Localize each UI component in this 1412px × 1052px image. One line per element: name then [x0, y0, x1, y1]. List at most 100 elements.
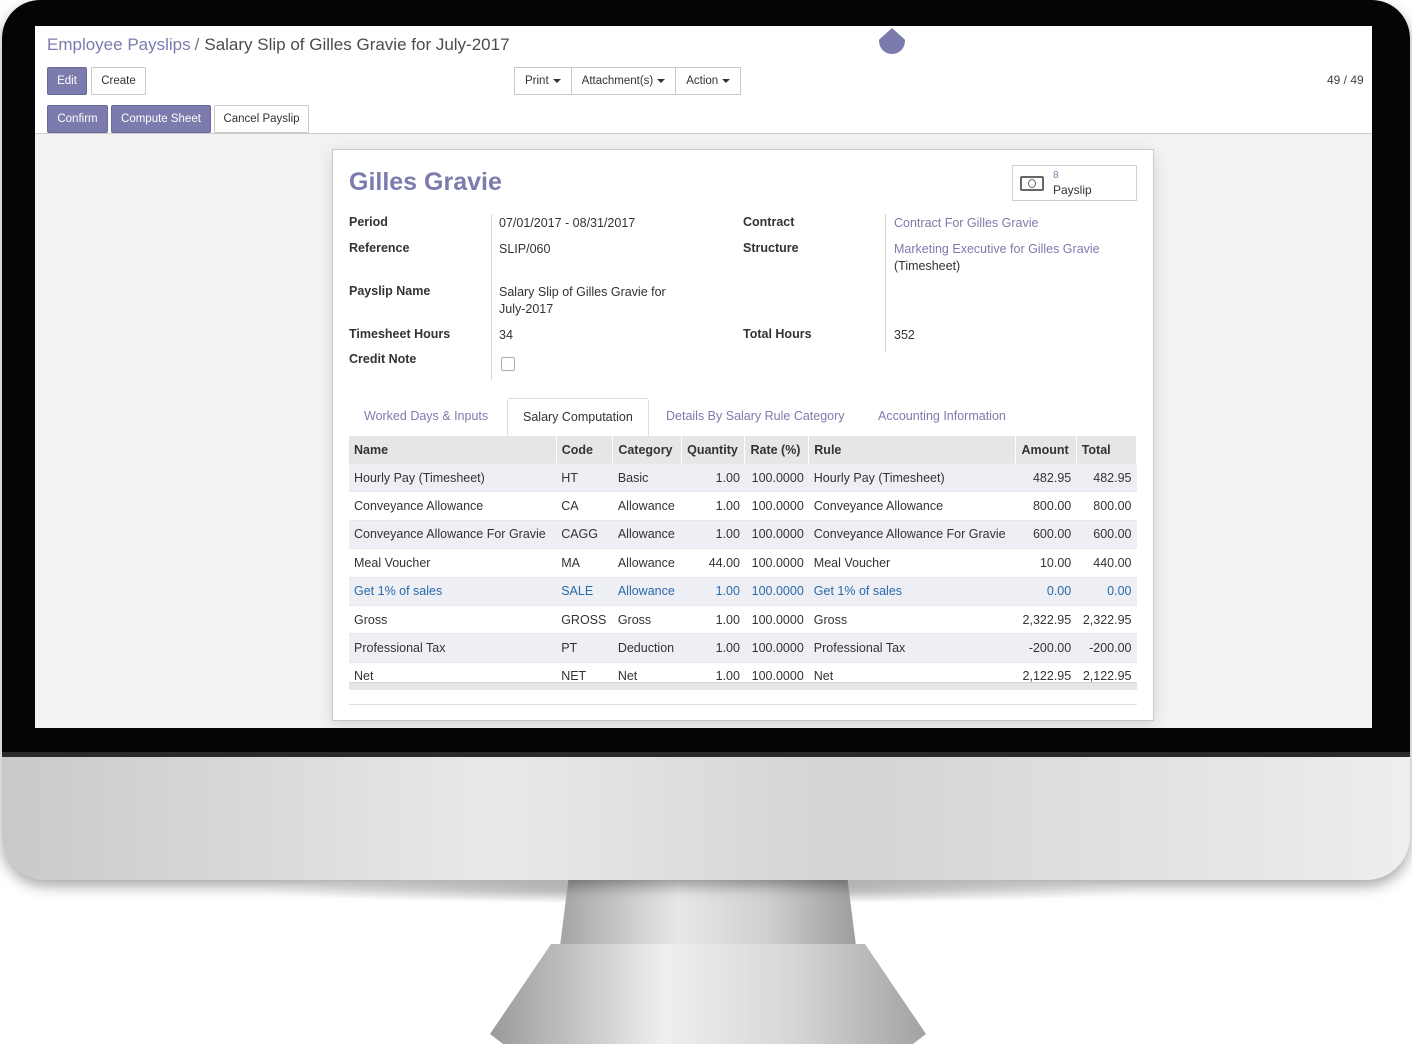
column-header[interactable]: Name	[349, 436, 557, 464]
line-amount: 800.00	[1015, 491, 1077, 521]
line-quantity: 1.00	[681, 604, 745, 634]
line-rate: 100.0000	[744, 491, 809, 521]
line-code: MA	[556, 548, 613, 578]
line-quantity: 1.00	[681, 576, 745, 606]
column-header[interactable]: Total	[1076, 436, 1138, 464]
pager-value[interactable]: 49 / 49	[1327, 73, 1364, 87]
breadcrumb: Employee Payslips / Salary Slip of Gilles …	[47, 35, 510, 55]
payslip-name-value-line1: Salary Slip of Gilles Gravie for	[499, 285, 666, 299]
period-label: Period	[349, 215, 388, 229]
line-rule: Conveyance Allowance	[808, 491, 1016, 521]
line-rate: 100.0000	[744, 462, 809, 492]
line-quantity: 1.00	[681, 633, 745, 663]
line-rule: Meal Voucher	[808, 548, 1016, 578]
table-row[interactable]: Conveyance Allowance For Gravie CAGG Allow…	[349, 519, 1137, 549]
tab-worked-days[interactable]: Worked Days & Inputs	[349, 398, 503, 436]
table-row[interactable]: Gross GROSS Gross 1.00 100.0000 Gross 2,322.95…	[349, 604, 1137, 634]
timesheet-hours-value: 34	[499, 328, 513, 342]
print-dropdown-button[interactable]: Print	[514, 67, 572, 95]
drop-marker-icon	[879, 28, 905, 54]
line-name: Conveyance Allowance	[349, 491, 557, 521]
total-hours-label: Total Hours	[743, 327, 812, 341]
line-total: 440.00	[1076, 548, 1137, 578]
line-amount: 2,322.95	[1015, 604, 1077, 634]
credit-note-checkbox[interactable]	[501, 357, 515, 371]
reference-value: SLIP/060	[499, 242, 551, 256]
period-value: 07/01/2017 - 08/31/2017	[499, 216, 636, 230]
line-amount: 482.95	[1015, 462, 1077, 492]
screen: Employee Payslips / Salary Slip of Gilles …	[35, 26, 1372, 728]
line-amount: 10.00	[1015, 548, 1077, 578]
breadcrumb-parent-link[interactable]: Employee Payslips	[47, 35, 191, 54]
action-label: Action	[686, 75, 719, 87]
monitor-bezel-edge	[2, 752, 1410, 757]
line-rate: 100.0000	[744, 633, 809, 663]
notebook-tabs: Worked Days & Inputs Salary Computation …	[349, 398, 1137, 437]
sidebar-button-group: Print Attachment(s) Action	[514, 67, 742, 95]
column-header[interactable]: Amount	[1015, 436, 1077, 464]
table-row[interactable]: Hourly Pay (Timesheet) HT Basic 1.00 100.000…	[349, 462, 1137, 492]
payslip-name-value-line2: July-2017	[499, 302, 554, 316]
status-bar: Confirm Compute Sheet Cancel Payslip	[35, 104, 1372, 134]
column-header[interactable]: Category	[612, 436, 683, 464]
line-total: 2,322.95	[1076, 604, 1137, 634]
line-name: Professional Tax	[349, 633, 557, 663]
line-rate: 100.0000	[744, 604, 809, 634]
column-header[interactable]: Quantity	[681, 436, 746, 464]
confirm-button[interactable]: Confirm	[47, 105, 108, 133]
reference-label: Reference	[349, 241, 410, 255]
line-quantity: 1.00	[681, 462, 745, 492]
table-row[interactable]: Professional Tax PT Deduction 1.00 100.0000 P…	[349, 633, 1137, 663]
tab-salary-computation[interactable]: Salary Computation	[507, 398, 649, 437]
table-row[interactable]: Conveyance Allowance CA Allowance 1.00 100.0…	[349, 491, 1137, 521]
column-header[interactable]: Code	[556, 436, 614, 464]
line-code: CA	[556, 491, 613, 521]
table-header-row: Name Code Category Quantity Rate (%) Rul…	[349, 436, 1138, 464]
column-header[interactable]: Rate (%)	[744, 436, 810, 464]
compute-sheet-button[interactable]: Compute Sheet	[111, 105, 211, 133]
contract-link[interactable]: Contract For Gilles Gravie	[894, 215, 1038, 232]
cancel-payslip-button[interactable]: Cancel Payslip	[214, 105, 309, 133]
edit-button[interactable]: Edit	[47, 67, 87, 95]
action-dropdown-button[interactable]: Action	[675, 67, 742, 95]
line-name: Hourly Pay (Timesheet)	[349, 462, 557, 492]
structure-label: Structure	[743, 241, 799, 255]
line-category: Basic	[612, 462, 682, 492]
line-total: 0.00	[1076, 576, 1137, 606]
column-header[interactable]: Rule	[808, 436, 1017, 464]
create-button[interactable]: Create	[91, 67, 146, 95]
line-amount: 600.00	[1015, 519, 1077, 549]
line-rate: 100.0000	[744, 576, 809, 606]
line-amount: 0.00	[1015, 576, 1077, 606]
tab-accounting-information[interactable]: Accounting Information	[863, 398, 1021, 436]
line-total: 600.00	[1076, 519, 1137, 549]
table-row[interactable]: Get 1% of sales SALE Allowance 1.00 100.0000…	[349, 576, 1137, 606]
line-name: Conveyance Allowance For Gravie	[349, 519, 557, 549]
attachments-dropdown-button[interactable]: Attachment(s)	[570, 67, 677, 95]
line-category: Allowance	[612, 519, 682, 549]
payslip-name-label: Payslip Name	[349, 284, 431, 298]
monitor-stand-neck	[560, 876, 856, 946]
chevron-down-icon	[722, 78, 731, 83]
structure-type: (Timesheet)	[894, 259, 961, 273]
line-rule: Hourly Pay (Timesheet)	[808, 462, 1016, 492]
breadcrumb-separator: /	[194, 35, 200, 54]
attachments-label: Attachment(s)	[581, 75, 654, 87]
line-code: SALE	[556, 576, 613, 606]
line-code: HT	[556, 462, 613, 492]
contract-label: Contract	[743, 215, 795, 229]
payslip-smart-button[interactable]: 8 Payslip	[1012, 165, 1137, 201]
divider	[349, 704, 1137, 705]
structure-link[interactable]: Marketing Executive for Gilles Gravie	[894, 241, 1100, 258]
salary-computation-table: Name Code Category Quantity Rate (%) Rul…	[349, 436, 1138, 691]
line-name: Meal Voucher	[349, 548, 557, 578]
field-divider	[885, 214, 886, 352]
table-row[interactable]: Meal Voucher MA Allowance 44.00 100.0000 Meal…	[349, 548, 1137, 578]
line-name: Get 1% of sales	[349, 576, 557, 606]
credit-note-label: Credit Note	[349, 352, 417, 366]
line-name: Gross	[349, 604, 557, 634]
tab-details-by-category[interactable]: Details By Salary Rule Category	[651, 398, 860, 436]
line-quantity: 44.00	[681, 548, 745, 578]
line-category: Deduction	[612, 633, 682, 663]
line-rule: Get 1% of sales	[808, 576, 1016, 606]
